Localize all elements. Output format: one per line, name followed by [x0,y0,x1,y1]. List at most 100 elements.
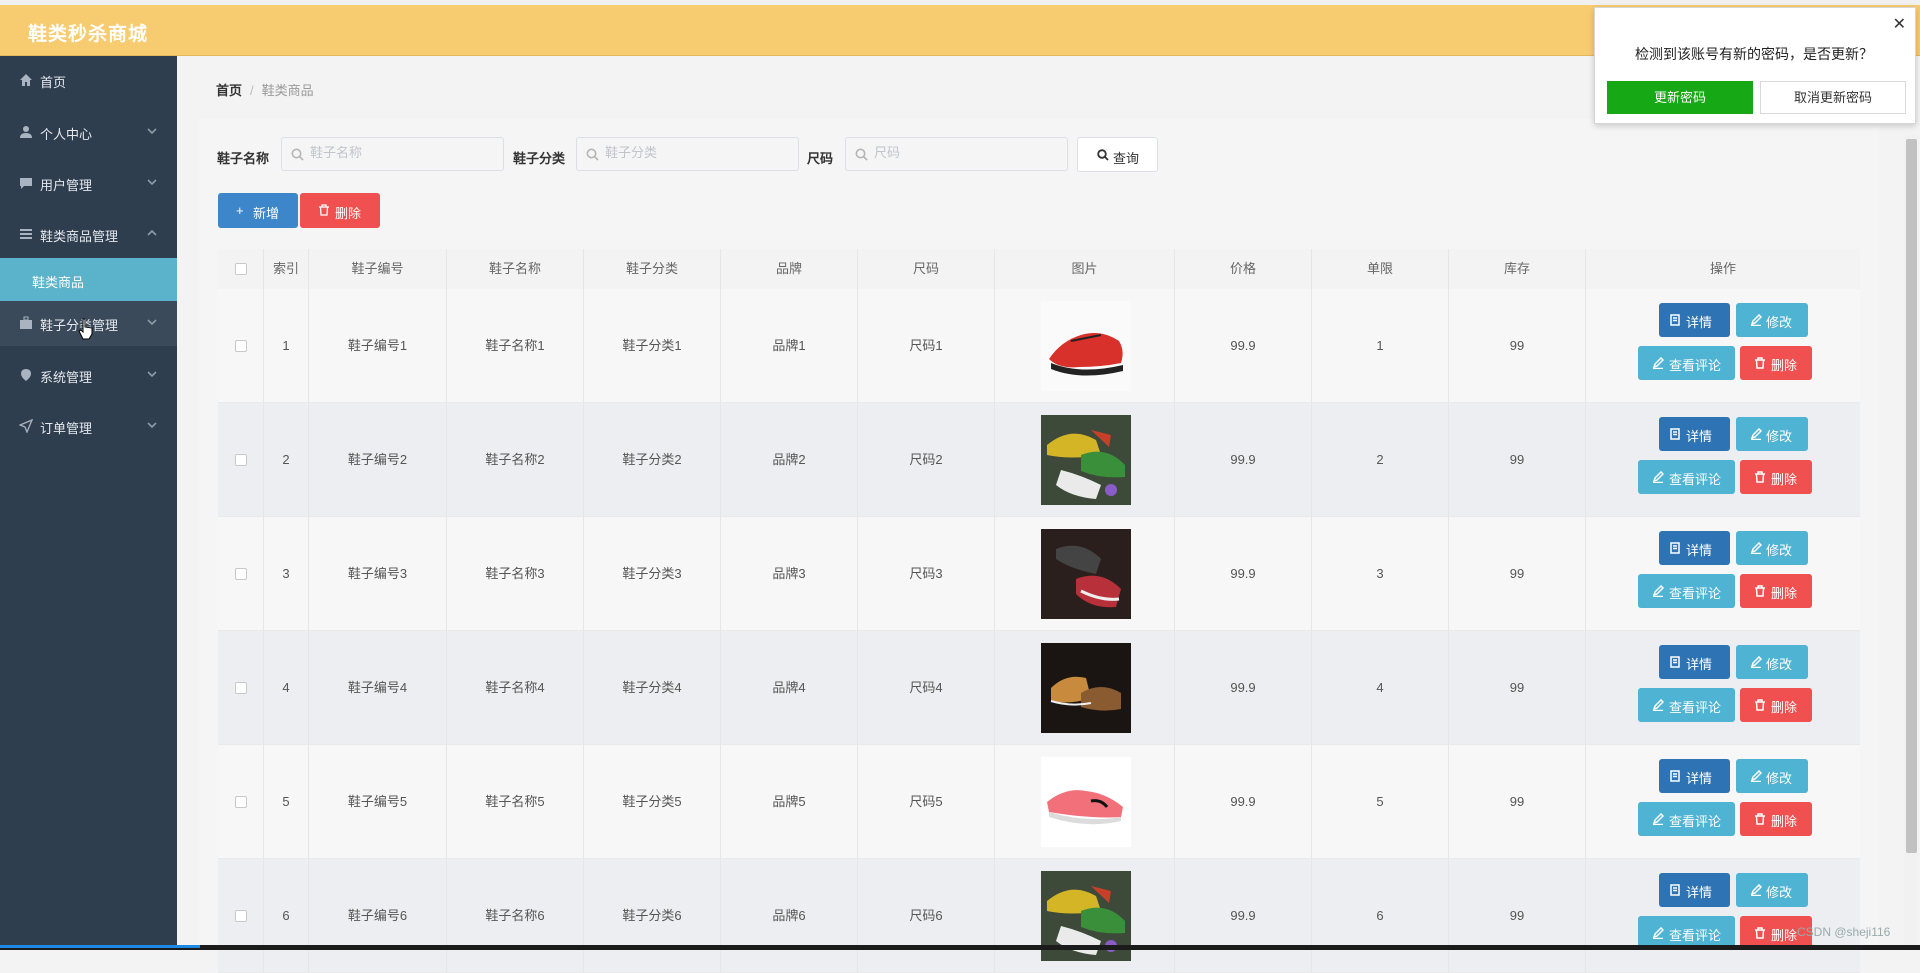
row-checkbox[interactable] [235,796,247,808]
batch-delete-button[interactable]: 删除 [300,193,380,228]
view-reviews-button[interactable]: 查看评论 [1638,460,1735,494]
document-icon [1670,884,1680,896]
search-size-input[interactable] [872,144,1046,161]
delete-button[interactable]: 删除 [1740,346,1812,380]
scrollbar-thumb[interactable] [1906,139,1917,853]
detail-button-label: 详情 [1686,315,1713,330]
view-reviews-button[interactable]: 查看评论 [1638,346,1735,380]
delete-button[interactable]: 删除 [1740,574,1812,608]
cell-stock: 99 [1449,631,1586,745]
cell-category: 鞋子分类6 [584,859,721,973]
sidebar-subitem-shoe-products[interactable]: 鞋类商品 [0,258,177,301]
delete-button-label: 删除 [1771,814,1798,829]
view-reviews-button[interactable]: 查看评论 [1638,802,1735,836]
cell-index: 6 [264,859,309,973]
edit-button[interactable]: 修改 [1736,417,1808,451]
row-checkbox[interactable] [235,682,247,694]
add-button[interactable]: + 新增 [218,193,298,228]
detail-button[interactable]: 详情 [1659,759,1730,793]
watermark: CSDN @sheji116 [1797,925,1891,939]
cell-index: 3 [264,517,309,631]
detail-button[interactable]: 详情 [1659,645,1730,679]
cancel-update-password-button[interactable]: 取消更新密码 [1760,81,1906,114]
edit-button[interactable]: 修改 [1736,759,1808,793]
cell-name: 鞋子名称5 [447,745,584,859]
breadcrumb-home[interactable]: 首页 [216,83,242,98]
bottom-bar [0,945,1920,950]
search-category-field[interactable] [576,137,799,171]
select-all-checkbox[interactable] [235,263,247,275]
batch-delete-label: 删除 [335,206,362,221]
table-row: 5 鞋子编号5 鞋子名称5 鞋子分类5 品牌5 尺码5 99.9 5 99 详情 修改 查看评论 删除 [218,745,1860,859]
detail-button[interactable]: 详情 [1659,303,1730,337]
delete-button-label: 删除 [1771,586,1798,601]
shoe-image [1041,301,1131,391]
detail-button[interactable]: 详情 [1659,417,1730,451]
chevron-down-icon [147,422,157,429]
delete-button-label: 删除 [1771,700,1798,715]
delete-button[interactable]: 删除 [1740,460,1812,494]
cell-actions: 详情 修改 查看评论 删除 [1586,289,1860,403]
search-category-input[interactable] [603,144,777,161]
view-reviews-button[interactable]: 查看评论 [1638,688,1735,722]
sidebar-item-orders[interactable]: 订单管理 [0,404,177,448]
edit-button[interactable]: 修改 [1736,645,1808,679]
search-name-input[interactable] [308,144,482,161]
cell-stock: 99 [1449,403,1586,517]
chat-icon [20,178,32,189]
header-price: 价格 [1175,249,1312,289]
row-checkbox[interactable] [235,340,247,352]
edit-button[interactable]: 修改 [1736,873,1808,907]
update-password-button[interactable]: 更新密码 [1607,81,1753,114]
table-header: 索引 鞋子编号 鞋子名称 鞋子分类 品牌 尺码 图片 价格 单限 库存 操作 [218,249,1860,290]
sidebar-item-personal-center[interactable]: 个人中心 [0,110,177,154]
sidebar-item-system[interactable]: 系统管理 [0,353,177,397]
breadcrumb-separator: / [250,83,254,98]
search-size-label: 尺码 [807,151,834,166]
cell-brand: 品牌1 [721,289,858,403]
header-brand: 品牌 [721,249,858,289]
cell-category: 鞋子分类4 [584,631,721,745]
trash-icon [1755,585,1765,597]
query-button-label: 查询 [1113,151,1140,166]
document-icon [1670,770,1680,782]
cell-price: 99.9 [1175,403,1312,517]
cell-size: 尺码1 [858,289,995,403]
sidebar-item-shoe-products[interactable]: 鞋类商品管理 [0,212,177,256]
sidebar-item-user-management[interactable]: 用户管理 [0,161,177,205]
cell-name: 鞋子名称6 [447,859,584,973]
edit-button[interactable]: 修改 [1736,303,1808,337]
app-title: 鞋类秒杀商城 [28,24,149,45]
pencil-icon [1750,542,1762,554]
pencil-icon [1750,884,1762,896]
sidebar-item-label: 系统管理 [40,370,93,385]
detail-button[interactable]: 详情 [1659,531,1730,565]
search-name-field[interactable] [281,137,504,171]
delete-button[interactable]: 删除 [1740,802,1812,836]
row-checkbox[interactable] [235,910,247,922]
search-category-label: 鞋子分类 [513,151,566,166]
row-checkbox[interactable] [235,568,247,580]
close-icon[interactable]: ✕ [1893,14,1906,34]
search-size-field[interactable] [845,137,1068,171]
cell-limit: 1 [1312,289,1449,403]
trash-icon [319,204,329,216]
cell-index: 5 [264,745,309,859]
sidebar-item-label: 用户管理 [40,178,93,193]
breadcrumb-current: 鞋类商品 [261,83,314,98]
chevron-down-icon [147,179,157,186]
cell-name: 鞋子名称2 [447,403,584,517]
sidebar-item-home[interactable]: 首页 [0,58,177,102]
view-reviews-button[interactable]: 查看评论 [1638,574,1735,608]
cell-category: 鞋子分类3 [584,517,721,631]
delete-button[interactable]: 删除 [1740,688,1812,722]
detail-button[interactable]: 详情 [1659,873,1730,907]
pencil-icon [1750,656,1762,668]
edit-button[interactable]: 修改 [1736,531,1808,565]
row-checkbox[interactable] [235,454,247,466]
pencil-icon [1750,428,1762,440]
query-button[interactable]: 查询 [1077,137,1158,172]
cell-brand: 品牌4 [721,631,858,745]
header-name: 鞋子名称 [447,249,584,289]
cell-category: 鞋子分类5 [584,745,721,859]
